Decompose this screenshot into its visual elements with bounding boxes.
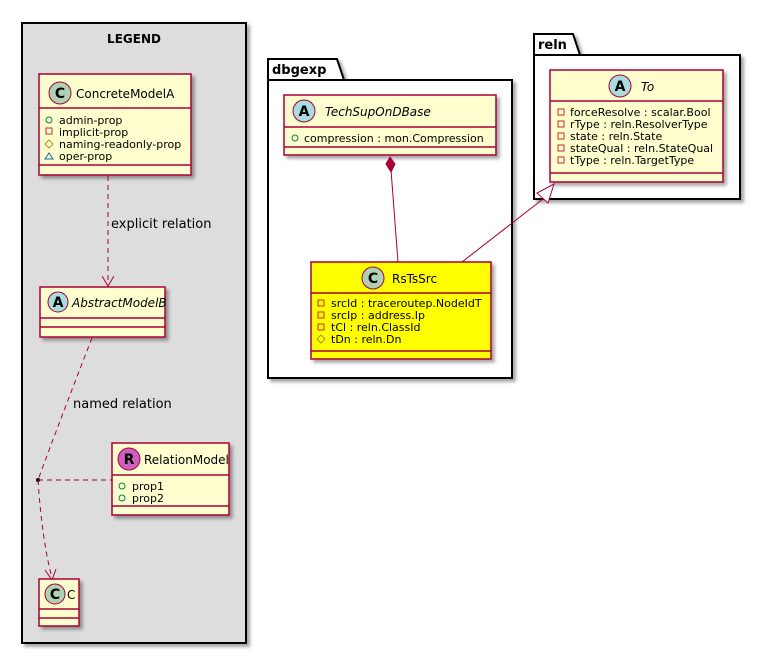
- edge-label: explicit relation: [111, 217, 211, 232]
- class-name: C: [67, 588, 75, 602]
- class-concretemodela: C ConcreteModelA admin-prop implicit-pro…: [38, 73, 192, 176]
- class-stereo-letter: A: [53, 295, 64, 311]
- class-stereo-letter: C: [55, 86, 65, 102]
- prop-text: tType : reln.TargetType: [570, 154, 694, 167]
- class-diagram: LEGEND C ConcreteModelA admin-prop impli…: [21, 22, 741, 644]
- package-title: dbgexp: [272, 63, 326, 78]
- class-stereo-letter: R: [124, 452, 135, 468]
- edge-label: named relation: [73, 397, 172, 412]
- class-name: RelationModel: [144, 453, 229, 467]
- class-name: AbstractModelB: [71, 296, 167, 310]
- class-abstractmodelb: A AbstractModelB: [39, 286, 167, 338]
- class-relationmodel: R RelationModel prop1 prop2: [111, 442, 230, 516]
- class-techsupondbase: A TechSupOnDBase compression : mon.Compr…: [283, 94, 497, 156]
- prop-text: compression : mon.Compression: [304, 132, 484, 145]
- class-name: TechSupOnDBase: [325, 105, 431, 119]
- class-stereo-letter: A: [299, 104, 310, 120]
- class-to: A To forceResolve : scalar.Bool rType : …: [549, 69, 724, 183]
- prop-text: tDn : reln.Dn: [331, 333, 401, 346]
- class-stereo-letter: C: [50, 587, 60, 603]
- class-rstssrc: C RsTsSrc srcId : traceroutep.NodeIdT sr…: [310, 261, 492, 360]
- class-c: C C: [38, 578, 80, 627]
- prop-text: oper-prop: [59, 150, 112, 163]
- package-title: reln: [538, 38, 567, 53]
- class-name: ConcreteModelA: [76, 87, 175, 101]
- class-stereo-letter: C: [368, 271, 378, 287]
- class-name: RsTsSrc: [392, 272, 437, 286]
- class-stereo-letter: A: [615, 79, 626, 95]
- prop-text: prop2: [132, 492, 164, 505]
- class-name: To: [641, 80, 654, 94]
- legend-title: LEGEND: [107, 32, 161, 46]
